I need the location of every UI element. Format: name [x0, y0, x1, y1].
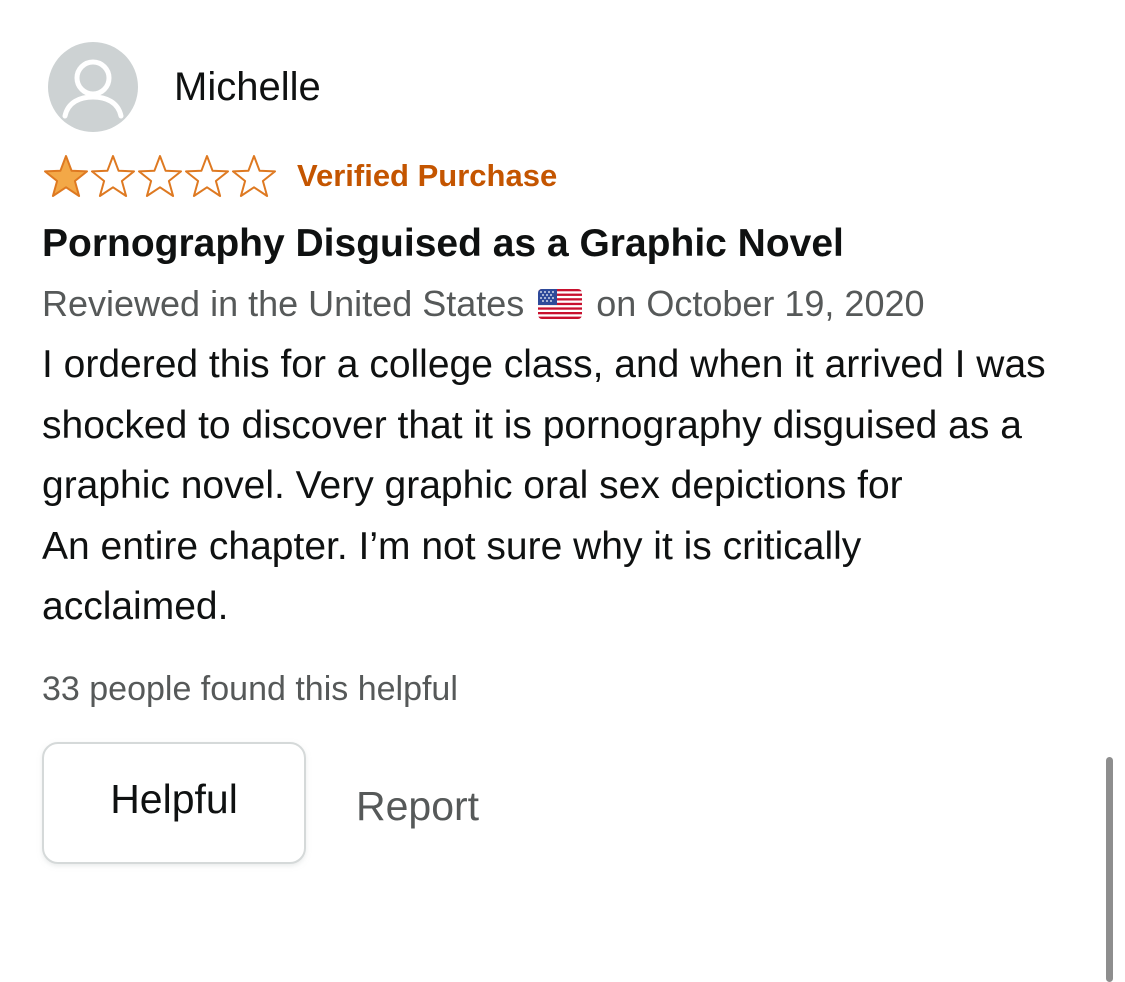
review-meta: Reviewed in the United States on October…: [42, 273, 1052, 335]
reviewer-profile[interactable]: Michelle: [42, 42, 1052, 132]
rating-row: Verified Purchase: [42, 153, 1052, 199]
star-empty-icon: [183, 153, 231, 199]
review-location: Reviewed in the United States: [42, 283, 525, 324]
review-date: on October 19, 2020: [596, 283, 925, 324]
star-rating[interactable]: [42, 153, 277, 199]
star-empty-icon: [89, 153, 137, 199]
verified-purchase-badge: Verified Purchase: [297, 158, 558, 193]
review-actions: Helpful Report: [42, 741, 1052, 864]
scrollbar[interactable]: [1106, 757, 1113, 982]
report-link[interactable]: Report: [356, 783, 479, 830]
star-empty-icon: [136, 153, 184, 199]
default-user-icon: [48, 42, 138, 132]
us-flag-icon: [538, 289, 583, 319]
review-body: I ordered this for a college class, and …: [42, 343, 1046, 628]
review-card: Michelle Verified Purchase Pornography D…: [42, 42, 1052, 864]
star-empty-icon: [230, 153, 278, 199]
review-title: Pornography Disguised as a Graphic Novel: [42, 222, 844, 265]
reviewer-name: Michelle: [174, 65, 321, 109]
star-filled-icon: [42, 153, 90, 199]
helpful-count: 33 people found this helpful: [42, 669, 458, 708]
helpful-button[interactable]: Helpful: [42, 741, 306, 864]
